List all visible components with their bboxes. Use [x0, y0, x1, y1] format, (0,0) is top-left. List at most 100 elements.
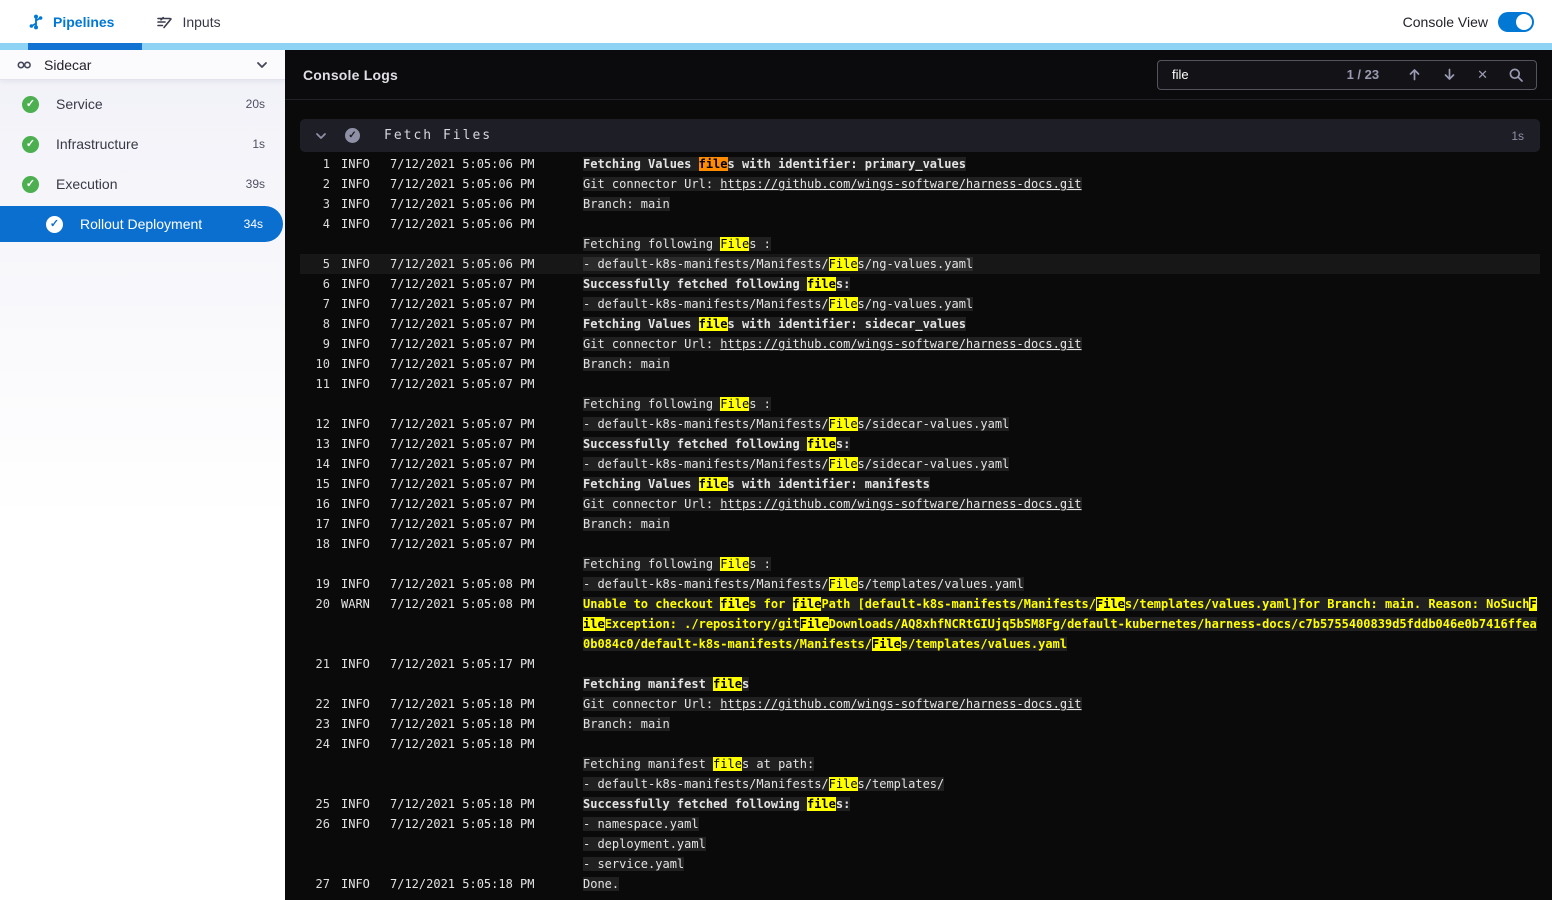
log-level: INFO — [341, 657, 370, 671]
log-entry: 11 INFO 7/12/2021 5:05:07 PM Fetching follo… — [300, 374, 1540, 414]
log-entry: 5 INFO 7/12/2021 5:05:06 PM - default-k8s-m… — [300, 254, 1540, 274]
line-number: 4 — [322, 217, 330, 231]
line-number: 17 — [315, 517, 330, 531]
log-level: INFO — [341, 417, 370, 431]
line-number: 18 — [315, 537, 330, 551]
log-entry: 16 INFO 7/12/2021 5:05:07 PM Git connector … — [300, 494, 1540, 514]
tab-pipelines-label: Pipelines — [53, 13, 115, 30]
log-level: INFO — [341, 577, 370, 591]
line-number: 25 — [315, 797, 330, 811]
sidebar-item-label: Infrastructure — [56, 136, 139, 152]
line-number: 8 — [322, 317, 330, 331]
log-message: Branch: main — [583, 717, 670, 731]
log-level: INFO — [341, 357, 370, 371]
log-entry: 8 INFO 7/12/2021 5:05:07 PM Fetching Values… — [300, 314, 1540, 334]
log-entry: 3 INFO 7/12/2021 5:05:06 PM Branch: main — [300, 194, 1540, 214]
log-message: - default-k8s-manifests/Manifests/Files/… — [583, 257, 974, 271]
log-level: INFO — [341, 337, 370, 351]
previous-match-icon[interactable] — [1407, 67, 1422, 82]
log-message: Fetching manifest files at path: - defaul… — [583, 757, 945, 791]
log-message: Successfully fetched following files: — [583, 797, 851, 811]
log-timestamp: 7/12/2021 5:05:07 PM — [390, 277, 535, 291]
log-lines: 1 INFO 7/12/2021 5:05:06 PM Fetching Values… — [300, 154, 1540, 894]
log-message: Branch: main — [583, 357, 670, 371]
log-entry: 21 INFO 7/12/2021 5:05:17 PM Fetching manif… — [300, 654, 1540, 694]
sidebar-stage-header[interactable]: Sidecar — [0, 50, 285, 80]
log-message: Fetching Values files with identifier: s… — [583, 317, 966, 331]
log-level: INFO — [341, 817, 370, 831]
log-link[interactable]: https://github.com/wings-software/harnes… — [720, 497, 1081, 511]
log-entry: 26 INFO 7/12/2021 5:05:18 PM - namespace.ya… — [300, 814, 1540, 874]
log-level: WARN — [341, 597, 370, 611]
log-timestamp: 7/12/2021 5:05:06 PM — [390, 157, 535, 171]
line-number: 6 — [322, 277, 330, 291]
log-timestamp: 7/12/2021 5:05:18 PM — [390, 737, 535, 751]
log-timestamp: 7/12/2021 5:05:07 PM — [390, 457, 535, 471]
console-view-control: Console View — [1402, 11, 1534, 32]
console-view-label: Console View — [1402, 13, 1488, 30]
log-entry: 14 INFO 7/12/2021 5:05:07 PM - default-k8s-… — [300, 454, 1540, 474]
log-timestamp: 7/12/2021 5:05:07 PM — [390, 517, 535, 531]
log-group-duration: 1s — [1511, 128, 1524, 143]
log-timestamp: 7/12/2021 5:05:08 PM — [390, 577, 535, 591]
log-link[interactable]: https://github.com/wings-software/harnes… — [720, 697, 1081, 711]
log-level: INFO — [341, 297, 370, 311]
log-link[interactable]: https://github.com/wings-software/harnes… — [720, 177, 1081, 191]
log-link[interactable]: https://github.com/wings-software/harnes… — [720, 337, 1081, 351]
log-message: Done. — [583, 877, 620, 891]
log-entry: 19 INFO 7/12/2021 5:05:08 PM - default-k8s-… — [300, 574, 1540, 594]
log-timestamp: 7/12/2021 5:05:07 PM — [390, 497, 535, 511]
line-number: 14 — [315, 457, 330, 471]
log-entry: 15 INFO 7/12/2021 5:05:07 PM Fetching Value… — [300, 474, 1540, 494]
log-timestamp: 7/12/2021 5:05:06 PM — [390, 197, 535, 211]
log-level: INFO — [341, 797, 370, 811]
line-number: 3 — [322, 197, 330, 211]
log-level: INFO — [341, 477, 370, 491]
status-check-icon: ✓ — [22, 135, 39, 153]
log-message: - default-k8s-manifests/Manifests/Files/… — [583, 417, 1010, 431]
sidebar-item-rollout-deployment[interactable]: ✓ Rollout Deployment 34s — [0, 206, 283, 242]
line-number: 11 — [315, 377, 330, 391]
log-timestamp: 7/12/2021 5:05:07 PM — [390, 337, 535, 351]
log-message: Fetching Values files with identifier: m… — [583, 477, 930, 491]
sidebar-item-infrastructure[interactable]: ✓ Infrastructure 1s — [0, 126, 285, 162]
log-entry: 23 INFO 7/12/2021 5:05:18 PM Branch: main — [300, 714, 1540, 734]
log-timestamp: 7/12/2021 5:05:18 PM — [390, 817, 535, 831]
line-number: 20 — [315, 597, 330, 611]
sidebar-item-duration: 20s — [245, 97, 265, 111]
tab-pipelines[interactable]: Pipelines — [28, 14, 114, 30]
search-icon[interactable] — [1508, 67, 1524, 83]
step-success-icon: ✓ — [345, 128, 360, 143]
active-tab-indicator — [28, 43, 142, 50]
chevron-down-icon[interactable] — [255, 58, 269, 72]
sidebar-item-duration: 39s — [245, 177, 265, 191]
log-group-header[interactable]: ✓ Fetch Files 1s — [300, 119, 1540, 152]
line-number: 12 — [315, 417, 330, 431]
sidebar-item-execution[interactable]: ✓ Execution 39s — [0, 166, 285, 202]
log-timestamp: 7/12/2021 5:05:06 PM — [390, 217, 535, 231]
log-timestamp: 7/12/2021 5:05:06 PM — [390, 177, 535, 191]
log-message: Fetching following Files : — [583, 237, 771, 251]
sidebar-item-label: Service — [56, 96, 103, 112]
collapse-chevron-icon[interactable] — [314, 129, 328, 143]
log-level: INFO — [341, 537, 370, 551]
clear-search-icon[interactable]: ✕ — [1477, 68, 1488, 81]
tab-inputs[interactable]: Inputs — [156, 14, 221, 30]
log-level: INFO — [341, 197, 370, 211]
line-number: 21 — [315, 657, 330, 671]
console-view-toggle[interactable] — [1498, 11, 1534, 32]
line-number: 7 — [322, 297, 330, 311]
log-message: Branch: main — [583, 517, 670, 531]
log-message: Fetching following Files : — [583, 397, 771, 411]
log-level: INFO — [341, 877, 370, 891]
log-level: INFO — [341, 737, 370, 751]
log-timestamp: 7/12/2021 5:05:18 PM — [390, 697, 535, 711]
search-input[interactable] — [1170, 66, 1347, 83]
log-entry: 9 INFO 7/12/2021 5:05:07 PM Git connector U… — [300, 334, 1540, 354]
next-match-icon[interactable] — [1442, 67, 1457, 82]
log-message: Git connector Url: https://github.com/wi… — [583, 337, 1082, 351]
log-timestamp: 7/12/2021 5:05:06 PM — [390, 257, 535, 271]
sidebar-item-service[interactable]: ✓ Service 20s — [0, 86, 285, 122]
status-check-icon: ✓ — [22, 175, 39, 193]
sidebar-item-duration: 1s — [252, 137, 265, 151]
